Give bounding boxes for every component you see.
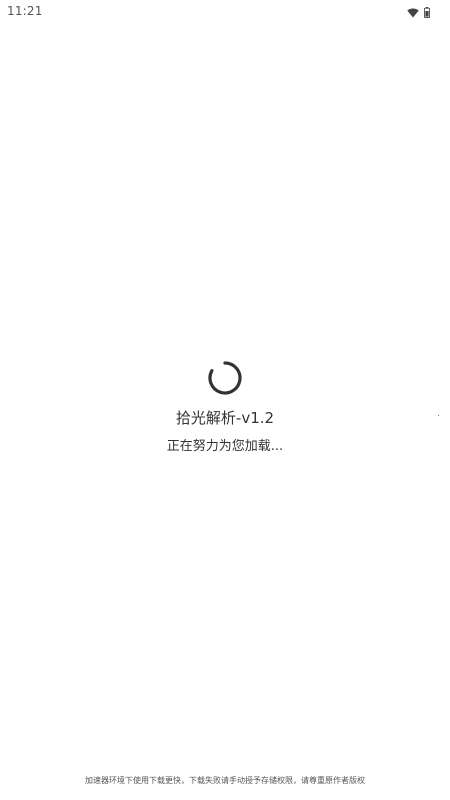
loading-message: 正在努力为您加载...: [166, 439, 284, 454]
loading-screen: 11:21 拾光解析-v1.2 正在努力为您加载... 加速器环境下使用下载更快…: [0, 0, 450, 800]
app-title: 拾光解析-v1.2: [175, 409, 275, 427]
stray-dot: [438, 415, 439, 416]
loading-block: 拾光解析-v1.2 正在努力为您加载...: [0, 360, 450, 456]
status-time: 11:21: [7, 4, 43, 18]
status-bar: 11:21: [0, 0, 450, 22]
footer-note: 加速器环境下使用下载更快，下载失败请手动授予存储权限，请尊重原作者版权: [85, 776, 365, 785]
wifi-icon: [407, 3, 419, 22]
battery-icon: [423, 3, 431, 22]
spinner-icon: [207, 360, 243, 396]
status-icons: [407, 3, 431, 22]
